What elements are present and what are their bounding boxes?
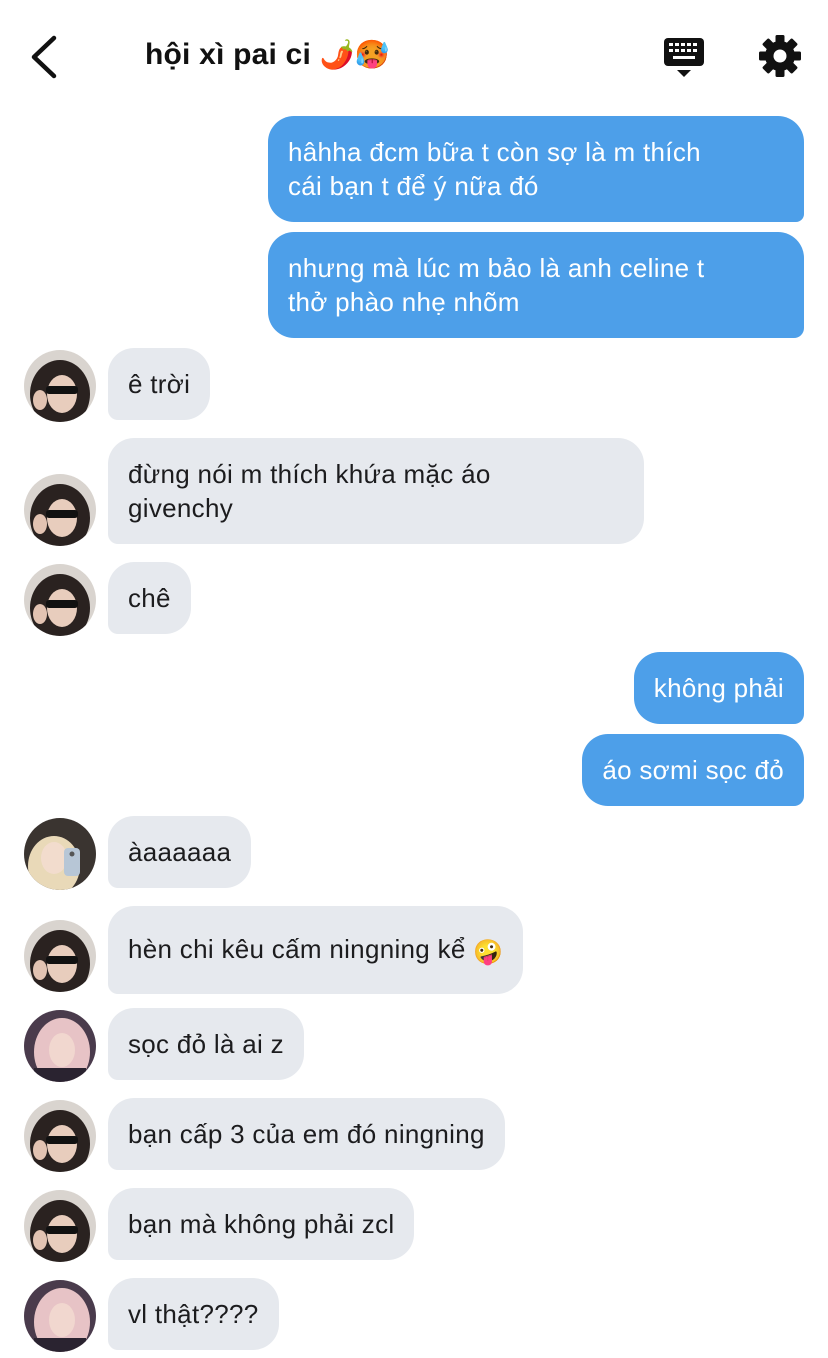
outgoing-message[interactable]: hâhha đcm bữa t còn sợ là m thích cái bạ…	[268, 116, 804, 222]
incoming-message[interactable]: đừng nói m thích khứa mặc áo givenchy	[108, 438, 644, 544]
zany-face-emoji: 🤪	[473, 939, 504, 966]
message-text-line: thở phào nhẹ nhõm	[288, 287, 520, 317]
avatar-dark-hair-sunglasses[interactable]	[24, 920, 96, 992]
message-text-line: cái bạn t để ý nữa đó	[288, 171, 539, 201]
message-text-line: vl thật????	[128, 1299, 259, 1329]
incoming-message[interactable]: àaaaaaa	[108, 816, 252, 888]
message-text-line: chê	[128, 583, 171, 613]
keyboard-icon	[664, 38, 704, 77]
message-text-line: bạn mà không phải zcl	[128, 1209, 395, 1239]
message-text-line: givenchy	[128, 493, 234, 523]
incoming-message[interactable]: sọc đỏ là ai z	[108, 1008, 304, 1080]
incoming-message[interactable]: hèn chi kêu cấm ningning kể 🤪	[108, 906, 524, 994]
back-button[interactable]	[26, 32, 66, 82]
message-text-line: áo sơmi sọc đỏ	[602, 755, 784, 785]
settings-button[interactable]	[756, 32, 804, 80]
chat-title[interactable]: hội xì pai ci 🌶️🥵	[145, 38, 390, 72]
message-text-line: hèn chi kêu cấm ningning kể	[128, 934, 466, 964]
message-text-line: đừng nói m thích khứa mặc áo	[128, 459, 491, 489]
incoming-message[interactable]: bạn cấp 3 của em đó ningning	[108, 1098, 505, 1170]
message-text-line: hâhha đcm bữa t còn sợ là m thích	[288, 137, 701, 167]
avatar-dark-hair-sunglasses[interactable]	[24, 1100, 96, 1172]
hot-face-emoji: 🥵	[354, 39, 390, 70]
chat-header: hội xì pai ci 🌶️🥵	[0, 0, 828, 110]
outgoing-message[interactable]: không phải	[633, 652, 804, 724]
message-text-line: ê trời	[128, 369, 191, 399]
chat-title-text: hội xì pai ci	[145, 38, 311, 71]
avatar-dark-hair-sunglasses[interactable]	[24, 350, 96, 422]
message-text-line: nhưng mà lúc m bảo là anh celine t	[288, 253, 705, 283]
message-text-line: sọc đỏ là ai z	[128, 1029, 284, 1059]
incoming-message[interactable]: ê trời	[108, 348, 211, 420]
avatar-pink-hair[interactable]	[24, 1010, 96, 1082]
chevron-left-icon	[31, 35, 57, 79]
avatar-dark-hair-sunglasses[interactable]	[24, 474, 96, 546]
gear-icon	[759, 35, 801, 77]
chili-emoji: 🌶️	[319, 39, 355, 70]
avatar-dark-hair-sunglasses[interactable]	[24, 564, 96, 636]
avatar-pink-hair[interactable]	[24, 1280, 96, 1352]
message-text-line: àaaaaaa	[128, 837, 232, 867]
avatar-blonde-phone[interactable]	[24, 818, 96, 890]
incoming-message[interactable]: chê	[108, 562, 191, 634]
message-text-line: không phải	[653, 673, 784, 703]
message-text-line: bạn cấp 3 của em đó ningning	[128, 1119, 485, 1149]
avatar-dark-hair-sunglasses[interactable]	[24, 1190, 96, 1262]
keyboard-button[interactable]	[660, 34, 708, 82]
outgoing-message[interactable]: áo sơmi sọc đỏ	[582, 734, 804, 806]
incoming-message[interactable]: bạn mà không phải zcl	[108, 1188, 415, 1260]
incoming-message[interactable]: vl thật????	[108, 1278, 279, 1350]
outgoing-message[interactable]: nhưng mà lúc m bảo là anh celine t thở p…	[268, 232, 804, 338]
